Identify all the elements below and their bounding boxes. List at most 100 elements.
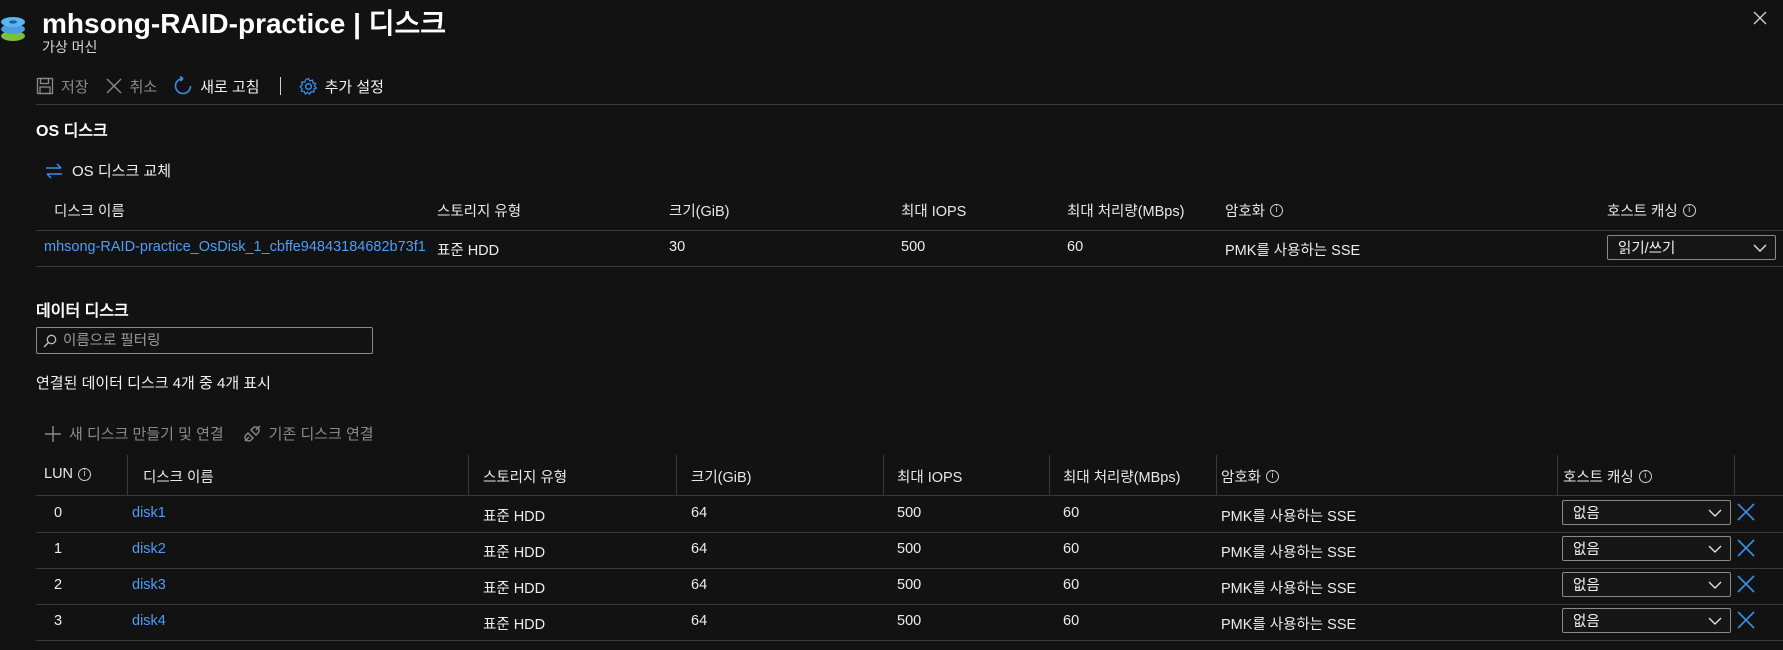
attach-existing-disk-button[interactable]: 기존 디스크 연결 [242,423,374,444]
row-divider [36,532,1783,533]
plus-icon [45,425,61,442]
save-label: 저장 [61,78,89,96]
caching-select[interactable]: 없음 [1562,536,1731,561]
create-attach-disk-label: 새 디스크 만들기 및 연결 [69,426,224,443]
info-icon[interactable]: i [1270,204,1284,217]
os-table-row-divider [36,266,1783,267]
os-disk-caching-select[interactable]: 읽기/쓰기 [1607,235,1776,260]
os-disk-storage: 표준 HDD [437,243,500,259]
delete-x-icon [1737,575,1755,593]
data-table-header-divider [36,495,1783,496]
storage-cell: 표준 HDD [483,581,546,597]
delete-disk-button[interactable] [1736,610,1756,634]
save-button[interactable]: 저장 [36,76,89,97]
lun-cell: 3 [54,613,63,629]
caching-select[interactable]: 없음 [1562,572,1731,597]
encryption-cell: PMK를 사용하는 SSE [1221,617,1357,633]
column-separator[interactable] [468,455,469,495]
iops-cell: 500 [897,577,922,593]
delete-x-icon [1737,539,1755,557]
disk-name-link[interactable]: disk4 [132,613,166,629]
throughput-cell: 60 [1063,541,1080,557]
toolbar-divider [279,77,281,95]
discard-label: 취소 [129,78,158,96]
command-bar: 저장 취소 새로 고침 추가 설정 [36,72,400,100]
throughput-cell: 60 [1063,577,1080,593]
plug-icon [243,424,261,442]
iops-cell: 500 [897,505,922,521]
data-col-throughput: 최대 처리량(MBps) [1063,470,1181,486]
os-col-name: 디스크 이름 [54,204,125,220]
iops-cell: 500 [897,613,922,629]
throughput-cell: 60 [1063,505,1080,521]
data-col-iops: 최대 IOPS [897,470,963,486]
column-separator[interactable] [676,455,677,495]
data-col-encryption-label: 암호화 [1221,470,1262,486]
settings-button[interactable]: 추가 설정 [298,76,384,97]
discard-button[interactable]: 취소 [105,76,158,97]
info-icon[interactable]: i [78,467,92,481]
chevron-down-icon [1708,509,1722,517]
filter-box[interactable] [36,327,373,354]
storage-cell: 표준 HDD [483,617,546,633]
column-separator[interactable] [1216,455,1217,495]
delete-x-icon [1737,611,1755,629]
swap-os-disk-label: OS 디스크 교체 [72,163,172,180]
delete-disk-button[interactable] [1736,538,1756,562]
disk-name-link[interactable]: disk2 [132,541,166,557]
attach-existing-disk-label: 기존 디스크 연결 [268,426,374,443]
column-separator[interactable] [1557,455,1558,495]
data-col-lun: LUN i [44,466,92,482]
os-col-caching-label: 호스트 캐싱 [1607,204,1678,220]
lun-cell: 2 [54,577,63,593]
info-icon[interactable]: i [1682,204,1696,217]
os-col-throughput: 최대 처리량(MBps) [1067,204,1185,220]
chevron-down-icon [1708,545,1722,553]
data-col-storage: 스토리지 유형 [483,470,568,486]
page-subtitle: 가상 머신 [42,39,98,55]
close-icon[interactable] [1752,10,1768,26]
disk-name-link[interactable]: disk3 [132,577,166,593]
delete-disk-button[interactable] [1736,502,1756,526]
row-divider [36,640,1783,641]
data-col-caching: 호스트 캐싱 i [1563,466,1652,487]
caching-select[interactable]: 없음 [1562,500,1731,525]
size-cell: 64 [691,577,708,593]
os-table-header-divider [36,230,1783,231]
swap-os-disk-button[interactable]: OS 디스크 교체 [44,160,171,181]
caching-value: 없음 [1573,542,1600,558]
os-disk-size: 30 [669,239,686,255]
delete-disk-button[interactable] [1736,574,1756,598]
caching-select[interactable]: 없음 [1562,608,1731,633]
os-col-caching: 호스트 캐싱 i [1607,200,1696,221]
os-col-encryption-label: 암호화 [1225,204,1266,220]
data-col-name: 디스크 이름 [143,470,214,486]
size-cell: 64 [691,541,708,557]
encryption-cell: PMK를 사용하는 SSE [1221,509,1357,525]
gear-icon [298,77,317,95]
chevron-down-icon [1753,244,1767,252]
column-separator[interactable] [883,455,884,495]
disk-stack-icon [1,17,25,41]
data-col-lun-label: LUN [44,466,74,482]
settings-label: 추가 설정 [324,78,384,96]
lun-cell: 1 [54,541,63,557]
refresh-button[interactable]: 새로 고침 [173,76,260,97]
page-title: mhsong-RAID-practice | 디스크 [42,8,447,39]
column-separator[interactable] [127,455,128,495]
os-disk-encryption: PMK를 사용하는 SSE [1225,243,1361,259]
column-separator[interactable] [1734,455,1735,495]
storage-cell: 표준 HDD [483,545,546,561]
create-attach-disk-button[interactable]: 새 디스크 만들기 및 연결 [44,423,224,444]
disk-name-link[interactable]: disk1 [132,505,166,521]
chevron-down-icon [1708,617,1722,625]
close-icon [106,78,122,94]
info-icon[interactable]: i [1638,470,1652,483]
encryption-cell: PMK를 사용하는 SSE [1221,545,1357,561]
filter-input[interactable] [63,332,363,349]
size-cell: 64 [691,505,708,521]
info-icon[interactable]: i [1266,470,1280,483]
column-separator[interactable] [1049,455,1050,495]
os-disk-name-link[interactable]: mhsong-RAID-practice_OsDisk_1_cbffe94843… [44,239,426,255]
os-disk-caching-value: 읽기/쓰기 [1618,241,1676,257]
